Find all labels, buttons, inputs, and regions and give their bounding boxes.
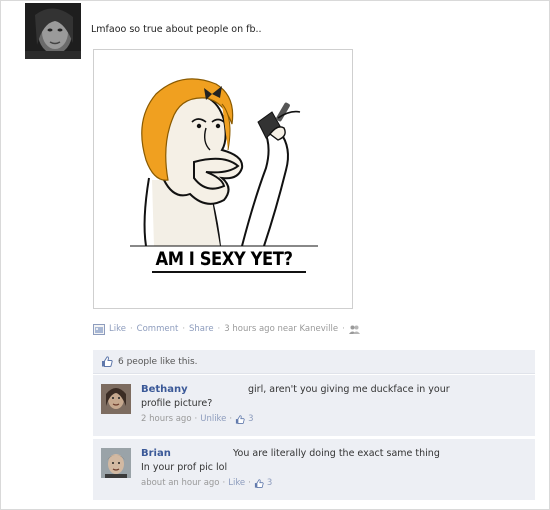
comment-text: girl, aren't you giving me duckface in y… [248,384,450,395]
comment-text: You are literally doing the exact same t… [233,448,440,459]
meme-drawing [130,78,318,273]
commenter-photo [101,448,131,478]
separator: · [129,324,133,334]
post-photo[interactable]: AM I SEXY YET? [93,49,353,309]
post-container: Lmfaoo so true about people on fb.. AM I… [0,0,550,510]
separator: · [217,324,221,334]
likes-text[interactable]: 6 people like this. [118,357,198,367]
commenter-avatar[interactable] [101,448,131,478]
photo-icon [93,323,105,335]
unlike-link[interactable]: Unlike [200,414,226,424]
post-time[interactable]: 3 hours ago near Kaneville [224,324,338,334]
like-link[interactable]: Like [228,478,245,488]
commenter-avatar[interactable] [101,384,131,414]
separator: · [342,324,345,334]
post-text: Lmfaoo so true about people on fb.. [91,24,262,35]
separator: · [182,324,186,334]
separator: · [248,478,251,488]
comment-text-continued: profile picture? [141,398,213,409]
friends-icon[interactable] [348,325,360,334]
separator: · [194,414,198,424]
avatar-photo [25,3,81,59]
thumbs-up-icon [236,414,245,424]
separator: · [222,478,226,488]
comment-item: Bethany girl, aren't you giving me duckf… [93,375,535,437]
comment-meta: about an hour ago · Like · 3 [141,478,272,488]
poster-avatar[interactable] [25,3,81,59]
thumbs-up-icon [254,478,264,488]
comment-time[interactable]: 2 hours ago [141,414,192,424]
likes-summary: 6 people like this. [93,350,535,374]
commenter-name[interactable]: Bethany [141,384,188,395]
separator: · [229,414,233,424]
comment-link[interactable]: Comment [137,324,179,334]
comment-like-count[interactable]: 3 [267,478,272,488]
commenter-name[interactable]: Brian [141,448,171,459]
share-link[interactable]: Share [189,324,214,334]
comment-like-count[interactable]: 3 [248,414,253,424]
meme-caption: AM I SEXY YET? [155,248,293,270]
comment-item: Brian You are literally doing the exact … [93,439,535,501]
comment-meta: 2 hours ago · Unlike · 3 [141,414,254,424]
like-link[interactable]: Like [109,324,126,334]
thumbs-up-icon [102,356,113,367]
comment-text-continued: In your prof pic lol [141,462,228,473]
post-action-bar: Like · Comment · Share · 3 hours ago nea… [93,321,360,337]
comment-time[interactable]: about an hour ago [141,478,220,488]
commenter-photo [101,384,131,414]
